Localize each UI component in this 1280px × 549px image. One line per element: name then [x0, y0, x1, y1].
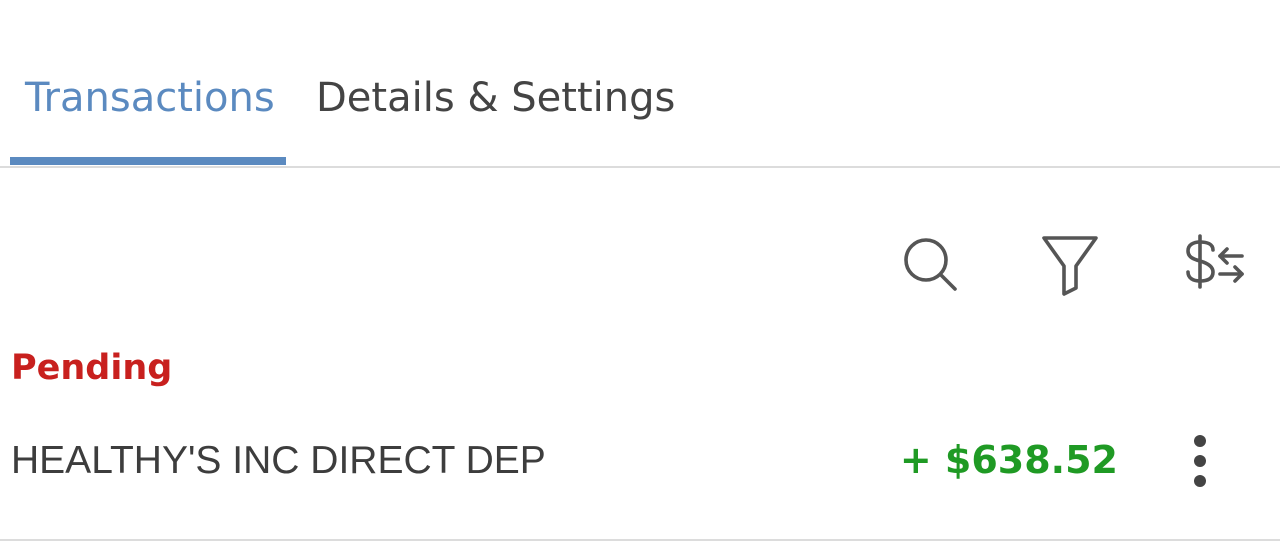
search-icon[interactable]	[898, 232, 962, 296]
transaction-row[interactable]: HEALTHY'S INC DIRECT DEP + $638.52	[0, 405, 1280, 541]
transaction-description: HEALTHY'S INC DIRECT DEP	[11, 439, 546, 482]
tab-details-settings[interactable]: Details & Settings	[316, 72, 675, 124]
tab-bar: Transactions Details & Settings	[0, 0, 1280, 168]
filter-icon[interactable]	[1038, 232, 1102, 296]
pending-section-label: Pending	[11, 348, 173, 388]
tab-transactions[interactable]: Transactions	[25, 72, 275, 124]
dollar-swap-icon[interactable]	[1180, 232, 1244, 296]
transaction-amount: + $638.52	[899, 438, 1118, 482]
more-vertical-icon[interactable]	[1178, 431, 1222, 491]
active-tab-indicator	[10, 157, 286, 165]
